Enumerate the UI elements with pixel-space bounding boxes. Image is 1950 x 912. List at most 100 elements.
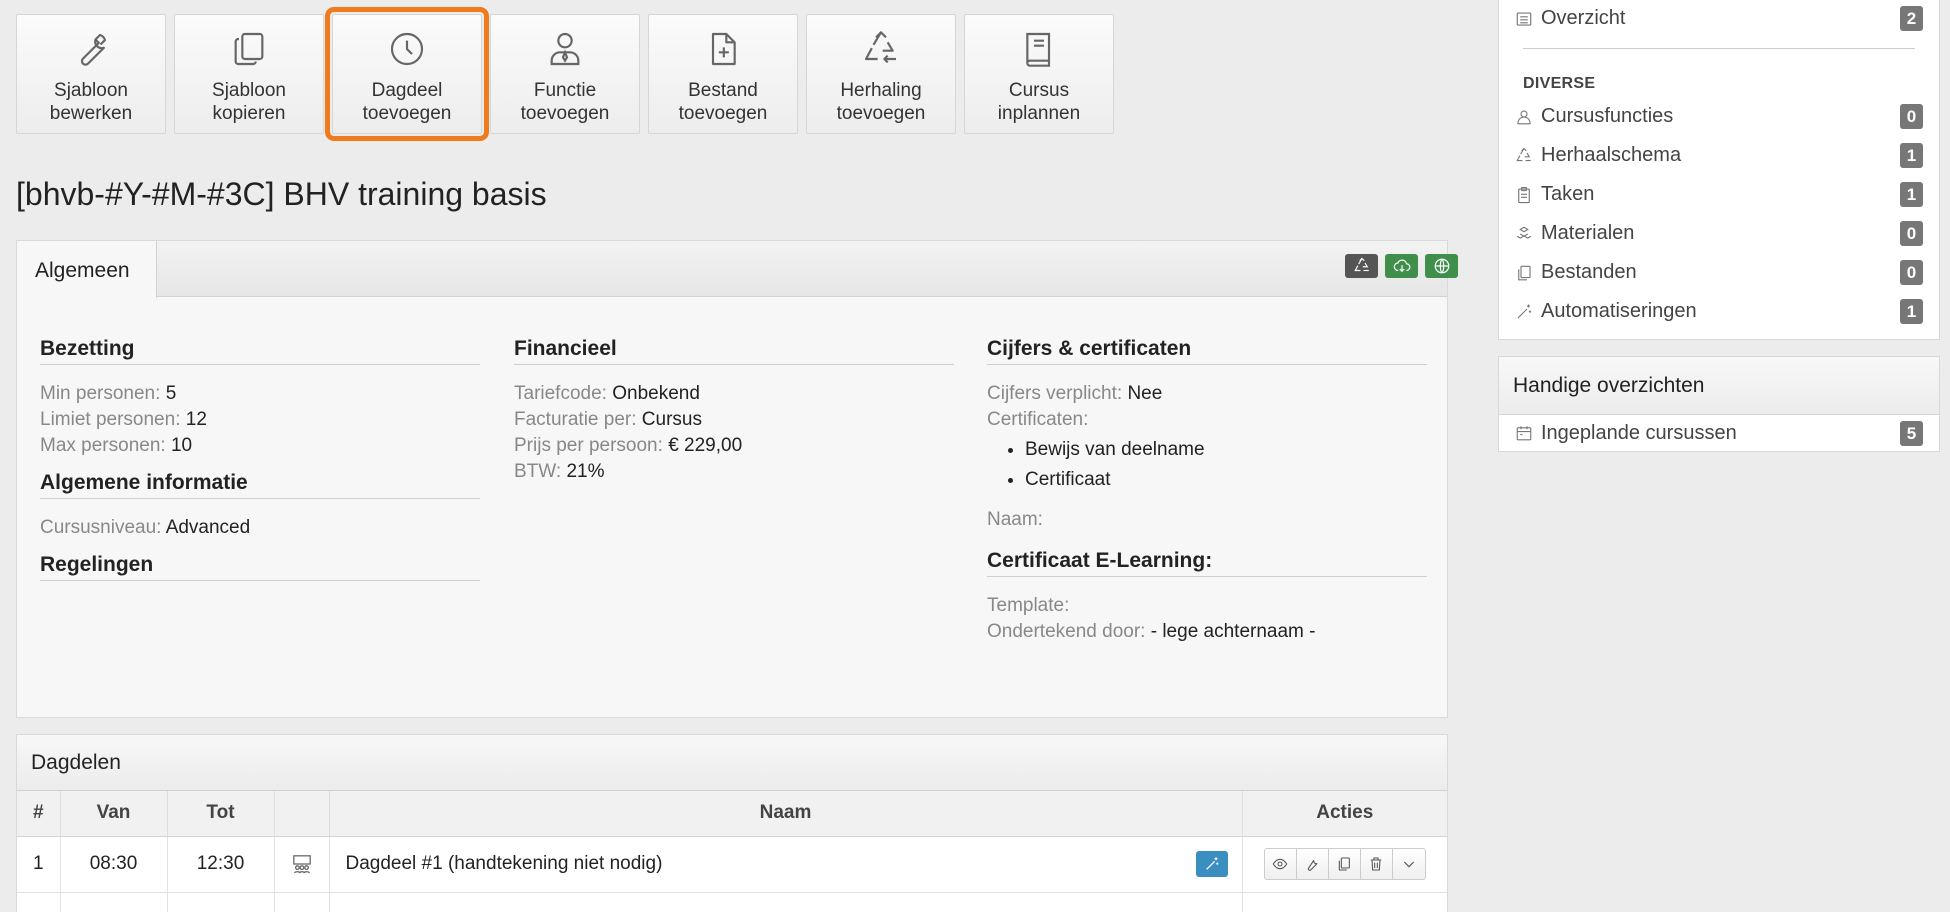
field-label: Max personen: bbox=[40, 435, 166, 456]
wrench-icon bbox=[71, 27, 111, 71]
field-label: Certificaten: bbox=[987, 409, 1089, 430]
count-badge: 5 bbox=[1900, 420, 1923, 446]
count-badge: 1 bbox=[1900, 182, 1923, 207]
table-row[interactable] bbox=[17, 892, 1447, 912]
trash-icon[interactable] bbox=[1361, 849, 1393, 879]
column-header: # bbox=[17, 791, 61, 837]
sidebar-item-cursusfuncties[interactable]: Cursusfuncties 0 bbox=[1499, 97, 1939, 136]
copy-template-button[interactable]: Sjabloon kopieren bbox=[174, 14, 324, 134]
recycle-icon bbox=[1515, 147, 1535, 165]
sidebar-item-automatiseringen[interactable]: Automatiseringen 1 bbox=[1499, 292, 1939, 331]
count-badge: 2 bbox=[1900, 6, 1923, 31]
schedule-course-button[interactable]: Cursus inplannen bbox=[964, 14, 1114, 134]
button-label: toevoegen bbox=[836, 103, 926, 124]
globe-icon[interactable] bbox=[1425, 254, 1458, 278]
field-value: Nee bbox=[1127, 383, 1163, 404]
button-label: toevoegen bbox=[678, 103, 768, 124]
field-label: Cijfers verplicht: bbox=[987, 383, 1123, 404]
column-header: Tot bbox=[167, 791, 275, 837]
magic-wand-icon bbox=[1515, 303, 1535, 321]
count-badge: 0 bbox=[1900, 104, 1923, 129]
clock-icon bbox=[387, 27, 427, 71]
button-label: toevoegen bbox=[362, 103, 452, 124]
button-label: Sjabloon bbox=[212, 80, 286, 101]
section-heading: Regelingen bbox=[40, 553, 480, 581]
calendar-icon bbox=[1515, 424, 1535, 442]
person-icon bbox=[1515, 108, 1535, 126]
dagdelen-panel: Dagdelen # Van Tot Naam Acties 1 08:30 1… bbox=[16, 734, 1448, 912]
cloud-download-icon[interactable] bbox=[1385, 254, 1418, 278]
section-heading: Algemene informatie bbox=[40, 471, 480, 499]
button-label: Bestand bbox=[688, 80, 758, 101]
field-value: 12 bbox=[185, 409, 207, 430]
button-label: Cursus bbox=[1008, 80, 1070, 101]
tab-algemeen[interactable]: Algemeen bbox=[17, 241, 157, 298]
count-badge: 0 bbox=[1900, 221, 1923, 246]
field-label: Tariefcode: bbox=[514, 383, 607, 404]
row-number: 1 bbox=[17, 836, 61, 893]
row-actions bbox=[1263, 848, 1426, 880]
button-label: bewerken bbox=[49, 103, 133, 124]
panel-title: Handige overzichten bbox=[1499, 357, 1939, 415]
count-badge: 1 bbox=[1900, 299, 1923, 324]
sidebar-item-overzicht[interactable]: Overzicht 2 bbox=[1499, 0, 1939, 38]
sidebar-category: DIVERSE bbox=[1523, 75, 1596, 92]
file-plus-icon bbox=[703, 27, 743, 71]
chevron-down-icon[interactable] bbox=[1393, 849, 1425, 879]
recycle-icon[interactable] bbox=[1345, 254, 1378, 278]
list-item: Bewijs van deelname bbox=[1025, 435, 1427, 465]
button-label: toevoegen bbox=[520, 103, 610, 124]
handige-overzichten-panel: Handige overzichten Ingeplande cursussen… bbox=[1498, 356, 1940, 452]
button-label: kopieren bbox=[212, 103, 286, 124]
general-panel: Algemeen Bezetting Min personen: 5 Limie… bbox=[16, 240, 1458, 718]
sidebar-item-bestanden[interactable]: Bestanden 0 bbox=[1499, 253, 1939, 292]
sidebar-item-label: Bestanden bbox=[1541, 261, 1637, 283]
certificate-list: Bewijs van deelname Certificaat bbox=[1025, 435, 1427, 495]
count-badge: 0 bbox=[1900, 260, 1923, 285]
sidebar-item-materialen[interactable]: Materialen 0 bbox=[1499, 214, 1939, 253]
panel-title: Dagdelen bbox=[17, 735, 1447, 791]
sidebar-item-label: Overzicht bbox=[1541, 7, 1626, 29]
field-value: 10 bbox=[170, 435, 193, 456]
button-label: Sjabloon bbox=[54, 80, 128, 101]
sidebar-item-label: Herhaalschema bbox=[1541, 144, 1682, 166]
section-heading: Bezetting bbox=[40, 337, 480, 365]
sidebar-item-label: Materialen bbox=[1541, 222, 1635, 244]
field-value: Onbekend bbox=[612, 383, 700, 404]
sidebar-item-ingeplande-cursussen[interactable]: Ingeplande cursussen 5 bbox=[1499, 415, 1939, 451]
edit-template-button[interactable]: Sjabloon bewerken bbox=[16, 14, 166, 134]
section-heading: Cijfers & certificaten bbox=[987, 337, 1427, 365]
eye-icon[interactable] bbox=[1265, 849, 1297, 879]
add-repetition-button[interactable]: Herhaling toevoegen bbox=[806, 14, 956, 134]
add-daypart-button[interactable]: Dagdeel toevoegen bbox=[325, 7, 489, 141]
page-title: [bhvb-#Y-#M-#3C] BHV training basis bbox=[16, 176, 547, 212]
add-file-button[interactable]: Bestand toevoegen bbox=[648, 14, 798, 134]
list-icon bbox=[1515, 10, 1535, 28]
field-label: Prijs per persoon: bbox=[514, 435, 663, 456]
section-heading: Financieel bbox=[514, 337, 954, 365]
count-badge: 1 bbox=[1900, 143, 1923, 168]
boxes-icon bbox=[1515, 225, 1535, 243]
recycle-icon bbox=[861, 27, 901, 71]
copy-icon bbox=[1515, 264, 1535, 282]
wrench-icon[interactable] bbox=[1297, 849, 1329, 879]
field-label: Naam: bbox=[987, 509, 1043, 530]
field-label: Limiet personen: bbox=[40, 409, 181, 430]
column-bezetting: Bezetting Min personen: 5 Limiet persone… bbox=[40, 337, 480, 597]
add-function-button[interactable]: Functie toevoegen bbox=[490, 14, 640, 134]
field-label: Template: bbox=[987, 595, 1070, 616]
button-label: Dagdeel bbox=[371, 80, 443, 101]
field-value: 21% bbox=[566, 461, 605, 482]
copy-icon[interactable] bbox=[1329, 849, 1361, 879]
column-header: Acties bbox=[1242, 791, 1447, 837]
field-value: € 229,00 bbox=[668, 435, 743, 456]
clipboard-icon bbox=[1515, 186, 1535, 204]
row-name[interactable]: Dagdeel #1 (handtekening niet nodig) bbox=[346, 853, 663, 874]
table-row[interactable]: 1 08:30 12:30 Dagdeel #1 (handtekening n… bbox=[17, 836, 1447, 893]
magic-wand-icon[interactable] bbox=[1195, 850, 1228, 877]
field-label: BTW: bbox=[514, 461, 562, 482]
row-end-time: 12:30 bbox=[167, 836, 275, 893]
sidebar-item-label: Cursusfuncties bbox=[1541, 105, 1674, 127]
sidebar-item-herhaalschema[interactable]: Herhaalschema 1 bbox=[1499, 136, 1939, 175]
sidebar-item-taken[interactable]: Taken 1 bbox=[1499, 175, 1939, 214]
